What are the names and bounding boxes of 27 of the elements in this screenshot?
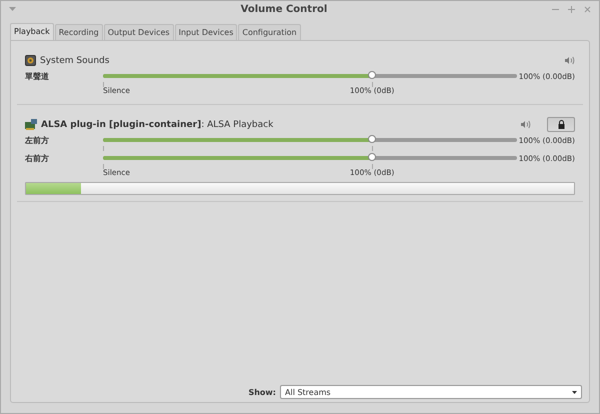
tab[interactable]: Playback [10,23,54,40]
close-icon[interactable] [584,6,591,13]
maximize-icon[interactable] [568,6,575,13]
tab[interactable]: Configuration [238,24,301,40]
window-menu-icon[interactable] [9,7,16,12]
volume-slider[interactable] [103,74,517,78]
lock-icon [558,120,564,129]
channel-label: 右前方 [25,152,50,164]
stream-name: System Sounds [40,56,110,66]
tab[interactable]: Input Devices [174,24,238,40]
lock-channels-button[interactable] [547,117,575,132]
volume-icon[interactable] [521,120,531,129]
channel-label: 左前方 [25,134,50,146]
window-title: Volume Control [240,4,328,15]
volume-slider[interactable] [103,156,517,160]
channel-label: 單聲道 [25,70,50,82]
plugin-card-icon [25,119,37,130]
tab[interactable]: Recording [54,24,103,40]
minimize-icon[interactable] [552,6,559,13]
volume-icon[interactable] [565,56,575,65]
show-label: Show: [248,388,276,396]
dropdown-caret-icon [572,390,577,394]
speaker-icon [25,55,36,66]
tab[interactable]: Output Devices [104,24,174,40]
stream-name: ALSA plug-in [plugin-container]: ALSA Playback [41,120,274,130]
show-dropdown[interactable]: All Streams [280,385,582,399]
volume-slider[interactable] [103,138,517,142]
